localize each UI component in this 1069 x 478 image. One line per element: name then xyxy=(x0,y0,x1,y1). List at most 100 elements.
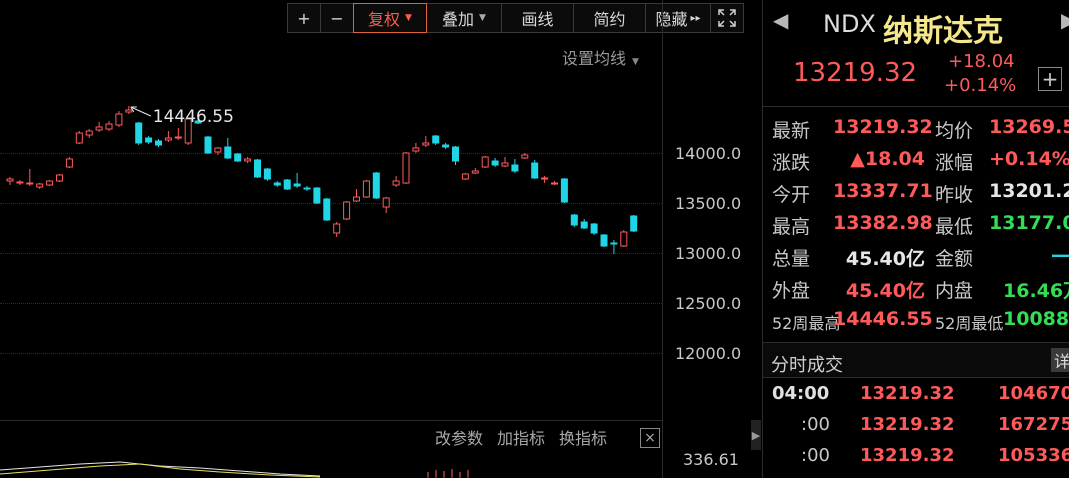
candle xyxy=(412,143,420,153)
candle-body xyxy=(135,122,143,144)
axis-tick-label: 12000.0 xyxy=(675,344,742,363)
axis-tick-label: 14000.0 xyxy=(675,144,742,163)
quote-header: ◀ NDX 纳斯达克 ▶ 13219.32 +18.04 +0.14% + xyxy=(763,0,1069,107)
candle-body xyxy=(432,135,440,144)
candle-body xyxy=(471,170,479,174)
candle xyxy=(452,146,459,165)
value-low: 13177.09 xyxy=(989,212,1069,234)
next-symbol-icon[interactable]: ▶ xyxy=(1061,8,1069,32)
adjust-dropdown[interactable]: 复权 ▼ xyxy=(353,3,427,33)
candle-body xyxy=(214,147,222,153)
tick-volume: 167275 xyxy=(998,414,1069,435)
candle-body xyxy=(244,158,252,162)
candle-body xyxy=(115,113,123,126)
candle xyxy=(461,173,469,180)
candle xyxy=(115,111,123,127)
candle-body xyxy=(323,198,331,221)
sub-chart-divider xyxy=(0,420,662,421)
tick-time: :00 xyxy=(801,445,830,466)
candle-body xyxy=(303,187,311,190)
candle xyxy=(620,230,628,247)
candle xyxy=(521,153,529,159)
symbol-code: NDX xyxy=(823,10,876,38)
ticks-detail-button[interactable]: 详 xyxy=(1051,348,1069,372)
candle-body xyxy=(273,182,281,186)
swap-indicator-button[interactable]: 换指标 xyxy=(559,425,607,449)
candle-body xyxy=(560,178,568,203)
candle xyxy=(600,234,608,247)
edit-params-button[interactable]: 改参数 xyxy=(435,425,483,449)
label-low: 最低 xyxy=(935,216,974,238)
candle xyxy=(353,189,360,202)
axis-tick-label: 13000.0 xyxy=(675,244,742,263)
candle xyxy=(511,159,519,173)
chevron-down-icon: ▼ xyxy=(405,13,412,23)
zoom-out-button[interactable]: − xyxy=(320,3,354,33)
tick-volume: 105336 xyxy=(998,445,1069,466)
label-outer: 外盘 xyxy=(772,280,811,302)
high-marker-label: 14446.55 xyxy=(153,107,234,127)
candle xyxy=(481,156,489,168)
candle xyxy=(293,173,301,188)
candle xyxy=(6,177,14,185)
value-inner: 16.46万 xyxy=(1003,280,1069,302)
zoom-in-button[interactable]: + xyxy=(287,3,321,33)
candle xyxy=(273,181,281,187)
kline-chart-area[interactable]: 14446.55 + − 复权 ▼ 叠加 ▼ 画线 简约 隐藏 ▸▸ 设置均线 ▼ 14… xyxy=(0,0,749,478)
prev-symbol-icon[interactable]: ◀ xyxy=(773,8,788,32)
draw-line-button[interactable]: 画线 xyxy=(501,3,574,33)
label-high: 最高 xyxy=(772,216,811,238)
candle-body xyxy=(590,223,598,234)
candle xyxy=(491,158,499,167)
candle xyxy=(36,183,44,189)
candle xyxy=(372,172,380,199)
candle xyxy=(362,180,370,198)
candle-body xyxy=(16,181,24,184)
candle xyxy=(26,169,34,186)
sub-axis-label: 336.61 xyxy=(683,450,739,469)
candle-body xyxy=(26,182,34,185)
add-indicator-button[interactable]: 加指标 xyxy=(497,425,545,449)
candle xyxy=(263,168,271,181)
candle-body xyxy=(224,146,232,159)
candle xyxy=(16,180,24,185)
add-watchlist-icon[interactable]: + xyxy=(1038,67,1062,91)
candle xyxy=(65,157,73,168)
candle xyxy=(214,147,222,155)
label-change-pct: 涨幅 xyxy=(935,152,974,174)
candle xyxy=(164,131,172,142)
close-indicator-icon[interactable]: × xyxy=(640,428,660,448)
candle xyxy=(501,157,509,167)
candle-body xyxy=(541,177,549,180)
overlay-dropdown[interactable]: 叠加 ▼ xyxy=(426,3,502,33)
candle xyxy=(531,160,539,179)
candle-body xyxy=(65,158,73,168)
value-volume: 45.40亿 xyxy=(845,248,925,270)
candle-body xyxy=(36,183,44,188)
candle-body xyxy=(353,196,360,202)
chevron-down-icon: ▼ xyxy=(632,57,639,67)
tick-time: :00 xyxy=(801,414,830,435)
candle-body xyxy=(620,231,628,247)
simple-mode-button[interactable]: 简约 xyxy=(573,3,646,33)
tick-price: 13219.32 xyxy=(860,383,955,404)
candle-body xyxy=(580,221,588,229)
label-52w-low: 52周最低 xyxy=(935,314,1004,333)
candle xyxy=(560,178,568,203)
panel-collapse-handle[interactable]: ▶ xyxy=(751,420,761,450)
candle-body xyxy=(333,223,341,234)
label-inner: 内盘 xyxy=(935,280,974,302)
high-marker-arrow xyxy=(130,106,152,117)
price-axis xyxy=(662,0,750,478)
candle-body xyxy=(511,164,519,172)
quote-row: 最高 13382.98 最低 13177.09 xyxy=(763,212,1069,244)
candle-body xyxy=(461,173,469,180)
candle xyxy=(541,176,549,183)
ma-settings-dropdown[interactable]: 设置均线 ▼ xyxy=(562,45,639,69)
value-outer: 45.40亿 xyxy=(845,280,925,302)
label-latest: 最新 xyxy=(772,120,811,142)
value-amount: — xyxy=(1051,244,1069,266)
candle-body xyxy=(75,132,83,144)
candle xyxy=(174,128,182,140)
axis-tick-label: 12500.0 xyxy=(675,294,742,313)
